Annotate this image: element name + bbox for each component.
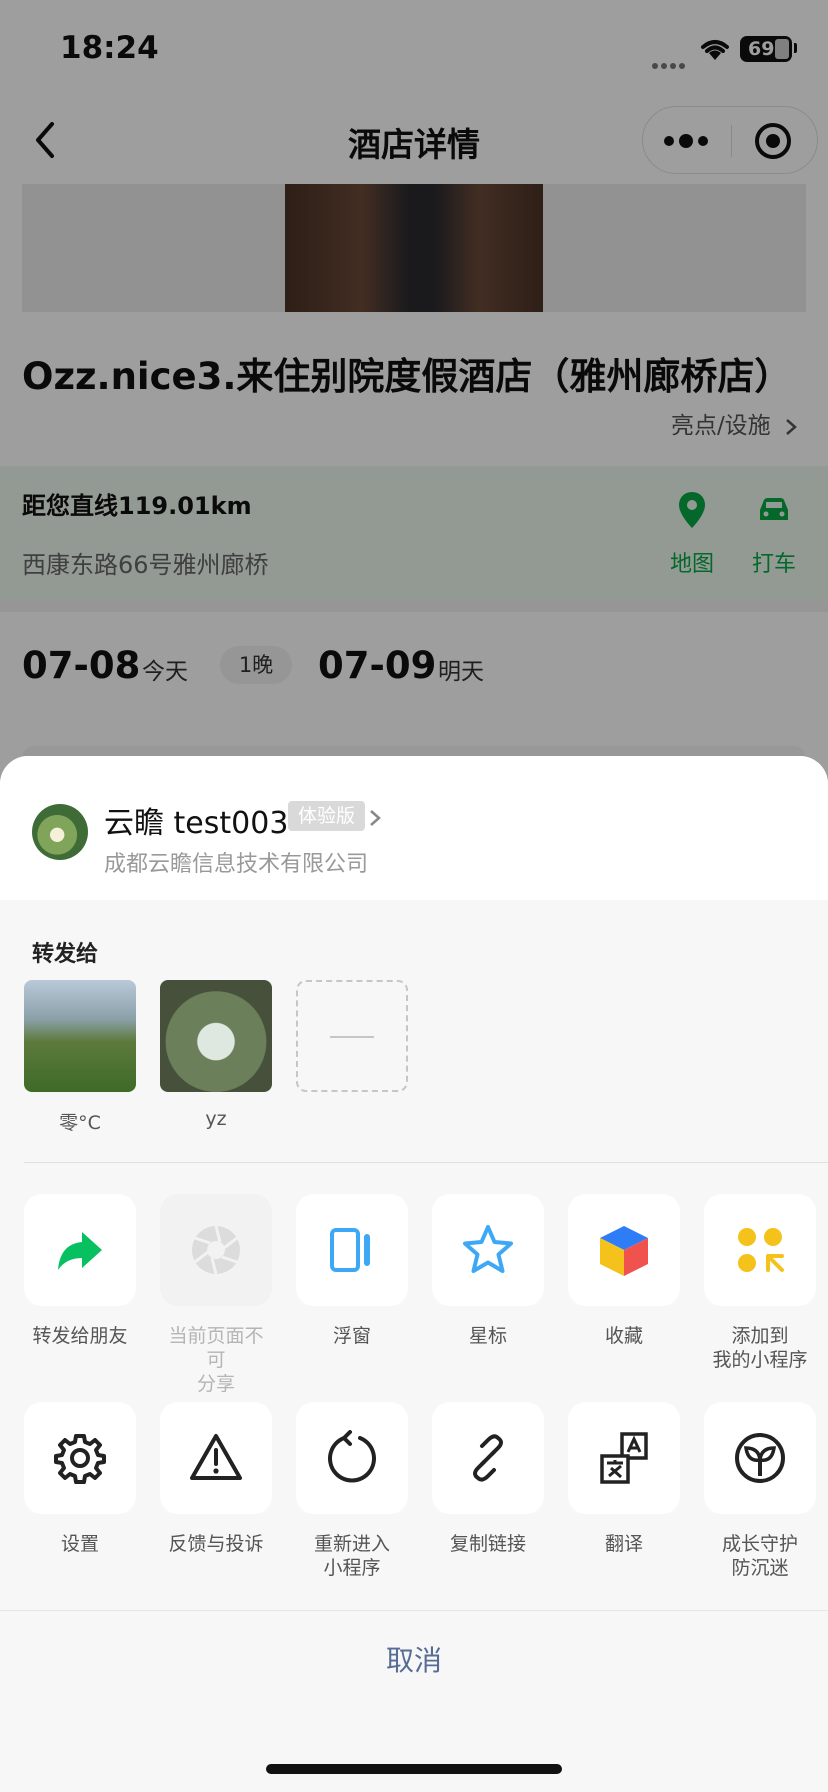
chevron-right-icon (370, 810, 381, 826)
star-icon (463, 1225, 513, 1273)
action-label: 重新进入 小程序 (313, 1533, 390, 1579)
action-label: 翻译 (604, 1533, 643, 1555)
growth-guard-button[interactable]: 成长守护 防沉迷 (704, 1402, 816, 1580)
action-label: 复制链接 (449, 1533, 526, 1555)
forward-to-friend-button[interactable]: 转发给朋友 (24, 1194, 136, 1348)
add-mini-program-icon (738, 1228, 784, 1272)
contact-item[interactable]: 零°C (24, 980, 136, 1135)
action-label: 收藏 (604, 1325, 643, 1347)
warning-icon (190, 1434, 242, 1480)
divider (24, 1162, 828, 1163)
app-avatar (32, 804, 88, 860)
contact-avatar (24, 980, 136, 1092)
action-label: 反馈与投诉 (168, 1533, 264, 1555)
contact-name: yz (205, 1108, 227, 1130)
action-label: 星标 (468, 1325, 507, 1347)
translate-button[interactable]: 翻译 (568, 1402, 680, 1556)
collect-button[interactable]: 收藏 (568, 1194, 680, 1348)
contact-item[interactable]: yz (160, 980, 272, 1130)
more-contacts-button[interactable] (296, 980, 408, 1092)
copy-link-button[interactable]: 复制链接 (432, 1402, 544, 1556)
reenter-mini-program-button[interactable]: 重新进入 小程序 (296, 1402, 408, 1580)
contact-name: 零°C (59, 1112, 101, 1134)
settings-button[interactable]: 设置 (24, 1402, 136, 1556)
forward-title: 转发给 (32, 942, 99, 967)
float-window-button[interactable]: 浮窗 (296, 1194, 408, 1348)
action-label: 设置 (60, 1533, 99, 1555)
moments-shutter-icon (192, 1225, 240, 1275)
star-button[interactable]: 星标 (432, 1194, 544, 1348)
feedback-button[interactable]: 反馈与投诉 (160, 1402, 272, 1556)
app-company: 成都云瞻信息技术有限公司 (104, 852, 369, 877)
float-window-icon (330, 1228, 370, 1272)
action-label: 转发给朋友 (32, 1325, 128, 1347)
reload-icon (328, 1430, 376, 1483)
translate-icon (600, 1432, 648, 1484)
trial-version-badge: 体验版 (288, 801, 366, 831)
home-indicator[interactable] (266, 1764, 562, 1774)
share-arrow-icon (58, 1232, 102, 1270)
cancel-button[interactable]: 取消 (0, 1611, 828, 1711)
gear-icon (54, 1434, 106, 1484)
action-label: 添加到 我的小程序 (712, 1325, 808, 1371)
favorite-cube-icon (600, 1226, 648, 1276)
add-to-my-mini-programs-button[interactable]: 添加到 我的小程序 (704, 1194, 816, 1372)
contact-avatar (160, 980, 272, 1092)
link-icon (473, 1434, 503, 1482)
action-label: 浮窗 (332, 1325, 371, 1347)
action-label: 成长守护 防沉迷 (721, 1533, 798, 1579)
share-sheet: 云瞻 test003 体验版 成都云瞻信息技术有限公司 转发给 零°C yz 转… (0, 756, 828, 1792)
sprout-icon (735, 1433, 785, 1483)
share-moments-button: 当前页面不可 分享 (160, 1194, 272, 1396)
action-label: 当前页面不可 分享 (168, 1325, 264, 1395)
mini-program-info[interactable]: 云瞻 test003 体验版 成都云瞻信息技术有限公司 (0, 756, 828, 900)
app-name: 云瞻 test003 (104, 806, 289, 841)
